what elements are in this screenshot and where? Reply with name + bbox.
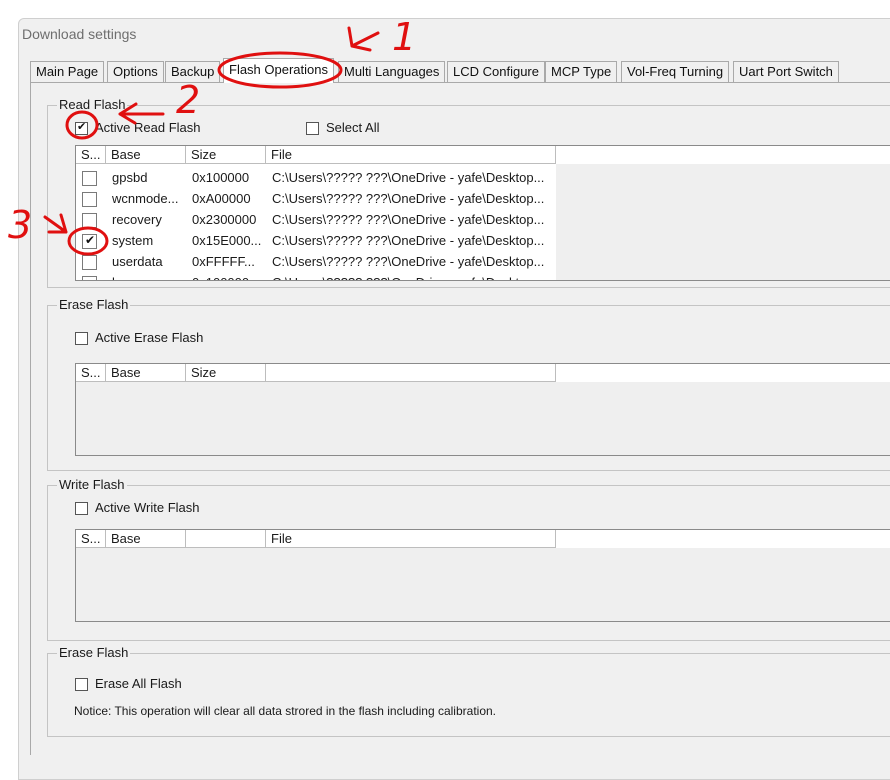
column-header-select[interactable]: S... (76, 146, 106, 164)
write-flash-group-label: Write Flash (57, 477, 127, 492)
active-read-flash-label: Active Read Flash (95, 120, 201, 135)
row-file: C:\Users\????? ???\OneDrive - yafe\Deskt… (272, 254, 545, 269)
column-header-blank[interactable] (266, 364, 556, 382)
list-empty-area (556, 164, 890, 280)
erase-flash-group-label: Erase Flash (57, 297, 131, 312)
active-erase-flash-label: Active Erase Flash (95, 330, 204, 345)
erase-all-group (47, 653, 890, 737)
row-size: 0xFFFFF... (192, 254, 255, 269)
column-header-size[interactable]: Size (186, 146, 266, 164)
erase-all-flash-label: Erase All Flash (95, 676, 182, 691)
column-header-blank[interactable] (186, 530, 266, 548)
row-base: logo (112, 272, 184, 280)
row-size: 0x100000 (192, 170, 250, 185)
tab-lcd-configure[interactable]: LCD Configure (447, 61, 545, 82)
row-checkbox[interactable] (82, 192, 97, 207)
row-size: 0x2300000 (192, 212, 257, 227)
row-base: system (112, 233, 154, 248)
row-checkbox[interactable] (82, 276, 97, 280)
tab-flash-operations[interactable]: Flash Operations (223, 58, 334, 83)
column-header-empty (556, 364, 890, 383)
column-header-select[interactable]: S... (76, 530, 106, 548)
erase-flash-list[interactable]: S... Base Size (75, 363, 890, 456)
tab-options[interactable]: Options (107, 61, 164, 82)
column-header-empty (556, 530, 890, 549)
tab-vol-freq-turning[interactable]: Vol-Freq Turning (621, 61, 730, 82)
active-read-flash-checkbox[interactable] (75, 120, 88, 135)
column-header-size[interactable]: Size (186, 364, 266, 382)
row-file: C:\Users\????? ???\OneDrive - yafe\Deskt… (272, 233, 545, 248)
row-checkbox[interactable] (82, 171, 97, 186)
column-header-empty (556, 146, 890, 165)
active-erase-flash-checkbox[interactable] (75, 332, 88, 345)
active-write-flash-label: Active Write Flash (95, 500, 200, 515)
row-base: wcnmode... (112, 191, 179, 206)
erase-all-group-label: Erase Flash (57, 645, 131, 660)
row-file: C:\Users\????? ???\OneDrive - yafe\Deskt… (272, 191, 545, 206)
row-checkbox[interactable] (82, 233, 97, 249)
row-checkbox[interactable] (82, 255, 97, 270)
row-base: recovery (112, 212, 162, 227)
column-header-base[interactable]: Base (106, 530, 186, 548)
tab-mcp-type[interactable]: MCP Type (545, 61, 618, 82)
window-title: Download settings (22, 26, 137, 42)
row-size: 0x100000 (192, 272, 264, 280)
row-base: gpsbd (112, 170, 148, 185)
tab-multi-languages[interactable]: Multi Languages (338, 61, 446, 82)
tab-backup[interactable]: Backup (165, 61, 221, 82)
row-file: C:\Users\????? ???\OneDrive - yafe\Deskt… (272, 212, 545, 227)
list-empty-area (76, 548, 890, 621)
active-write-flash-checkbox[interactable] (75, 502, 88, 515)
column-header-file[interactable]: File (266, 146, 556, 164)
row-size: 0xA00000 (192, 191, 251, 206)
erase-all-notice: Notice: This operation will clear all da… (74, 704, 496, 718)
read-flash-group-label: Read Flash (57, 97, 128, 112)
read-flash-list[interactable]: S... Base Size File gpsbd 0x100000 C:\Us… (75, 145, 890, 281)
column-header-base[interactable]: Base (106, 364, 186, 382)
column-header-file[interactable]: File (266, 530, 556, 548)
row-size: 0x15E000... (192, 233, 262, 248)
select-all-checkbox[interactable] (306, 122, 319, 135)
row-file: C:\Users\????? ???\OneDrive - yafe\Deskt… (272, 272, 554, 280)
row-base: userdata (112, 254, 163, 269)
column-header-base[interactable]: Base (106, 146, 186, 164)
column-header-select[interactable]: S... (76, 364, 106, 382)
write-flash-list[interactable]: S... Base File (75, 529, 890, 622)
row-file: C:\Users\????? ???\OneDrive - yafe\Deskt… (272, 170, 545, 185)
list-empty-area (76, 382, 890, 455)
row-checkbox[interactable] (82, 213, 97, 228)
tab-main-page[interactable]: Main Page (30, 61, 105, 82)
erase-all-flash-checkbox[interactable] (75, 678, 88, 691)
tab-uart-port-switch[interactable]: Uart Port Switch (733, 61, 839, 82)
select-all-label: Select All (326, 120, 380, 135)
